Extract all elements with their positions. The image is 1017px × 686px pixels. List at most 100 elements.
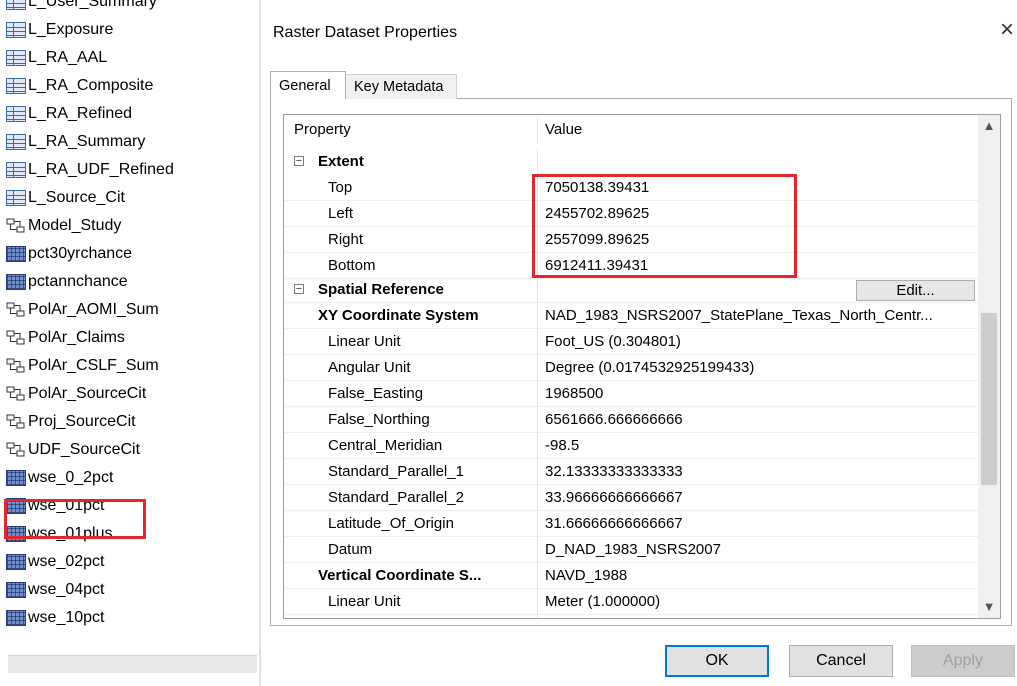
catalog-item-label: wse_0_2pct [28, 469, 114, 486]
property-value: -98.5 [545, 437, 580, 454]
catalog-horizontal-scrollbar[interactable] [8, 655, 257, 673]
catalog-item[interactable]: wse_04pct [6, 577, 105, 603]
property-row[interactable]: Vertical_Shift 0 [284, 615, 978, 618]
property-column-header: Property [294, 121, 351, 138]
table-icon [6, 162, 26, 178]
catalog-item[interactable]: L_RA_AAL [6, 45, 107, 71]
grid-header-row: Property Value [284, 117, 978, 143]
catalog-item-label: PolAr_CSLF_Sum [28, 357, 159, 374]
table-icon [6, 106, 26, 122]
catalog-tree: L_User_Summary L_Exposure L_RA_AAL L_RA_Com… [0, 0, 259, 686]
collapse-icon[interactable]: − [294, 156, 304, 167]
raster-icon [6, 610, 26, 626]
property-row[interactable]: Vertical Coordinate S... NAVD_1988 [284, 563, 978, 589]
raster-icon [6, 470, 26, 486]
catalog-item-label: L_RA_AAL [28, 49, 108, 66]
catalog-item-label: L_RA_Composite [28, 77, 154, 94]
spatial-reference-group-row[interactable]: − Spatial Reference Edit... [284, 277, 978, 303]
property-row[interactable]: Datum D_NAD_1983_NSRS2007 [284, 537, 978, 563]
catalog-item-label: UDF_SourceCit [28, 441, 141, 458]
property-value: NAD_1983_NSRS2007_StatePlane_Texas_North… [545, 307, 933, 324]
property-row[interactable]: Linear Unit Foot_US (0.304801) [284, 329, 978, 355]
catalog-item[interactable]: pct30yrchance [6, 241, 132, 267]
property-value: Degree (0.0174532925199433) [545, 359, 755, 376]
catalog-item-label: L_Source_Cit [28, 189, 125, 206]
catalog-item[interactable]: L_RA_Refined [6, 101, 132, 127]
catalog-item-label: Model_Study [28, 217, 122, 234]
property-row[interactable]: Latitude_Of_Origin 31.66666666666667 [284, 511, 978, 537]
property-value: Meter (1.000000) [545, 593, 661, 610]
property-row[interactable]: False_Northing 6561666.666666666 [284, 407, 978, 433]
tab-key-metadata[interactable]: Key Metadata [345, 74, 457, 99]
catalog-item[interactable]: wse_10pct [6, 605, 105, 631]
catalog-item[interactable]: Model_Study [6, 213, 121, 239]
property-value: 0 [545, 615, 975, 618]
catalog-item-label: pctannchance [28, 273, 128, 290]
property-name: Linear Unit [328, 593, 401, 610]
group-label: Extent [318, 153, 364, 170]
property-row[interactable]: Top 7050138.39431 [284, 175, 978, 201]
catalog-item[interactable]: pctannchance [6, 269, 128, 295]
property-value: 1968500 [545, 385, 604, 402]
catalog-item[interactable]: wse_02pct [6, 549, 105, 575]
cancel-button[interactable]: Cancel [789, 645, 893, 677]
catalog-item[interactable]: L_RA_Composite [6, 73, 153, 99]
catalog-item[interactable]: PolAr_SourceCit [6, 381, 146, 407]
catalog-item-label: wse_04pct [28, 581, 105, 598]
property-row[interactable]: Right 2557099.89625 [284, 227, 978, 253]
catalog-item[interactable]: L_User_Summary [6, 0, 157, 15]
apply-button[interactable]: Apply [911, 645, 1015, 677]
catalog-item[interactable]: wse_01plus [6, 521, 113, 547]
collapse-icon[interactable]: − [294, 284, 304, 295]
catalog-item[interactable]: wse_01pct [6, 493, 105, 519]
pane-divider[interactable] [259, 0, 261, 686]
catalog-item[interactable]: L_Exposure [6, 17, 113, 43]
catalog-item[interactable]: L_Source_Cit [6, 185, 125, 211]
catalog-item[interactable]: PolAr_Claims [6, 325, 125, 351]
table-icon [6, 134, 26, 150]
relationship-icon [6, 302, 26, 318]
extent-group-row[interactable]: − Extent [284, 149, 978, 175]
catalog-item[interactable]: wse_0_2pct [6, 465, 113, 491]
property-row[interactable]: Central_Meridian -98.5 [284, 433, 978, 459]
property-row[interactable]: Left 2455702.89625 [284, 201, 978, 227]
property-value: Foot_US (0.304801) [545, 333, 681, 350]
ok-button[interactable]: OK [665, 645, 769, 677]
property-row[interactable]: False_Easting 1968500 [284, 381, 978, 407]
edit-spatial-reference-button[interactable]: Edit... [856, 280, 975, 301]
catalog-item[interactable]: UDF_SourceCit [6, 437, 140, 463]
grid-vertical-scrollbar[interactable]: ▲ ▼ [978, 115, 1000, 618]
relationship-icon [6, 414, 26, 430]
property-row[interactable]: Linear Unit Meter (1.000000) [284, 589, 978, 615]
property-row[interactable]: Standard_Parallel_1 32.13333333333333 [284, 459, 978, 485]
property-value: 33.96666666666667 [545, 489, 683, 506]
property-row[interactable]: Standard_Parallel_2 33.96666666666667 [284, 485, 978, 511]
catalog-item-label: Proj_SourceCit [28, 413, 136, 430]
close-button[interactable]: × [996, 17, 1017, 43]
value-column-header: Value [545, 121, 583, 138]
catalog-item[interactable]: PolAr_CSLF_Sum [6, 353, 159, 379]
property-value: 32.13333333333333 [545, 463, 683, 480]
relationship-icon [6, 442, 26, 458]
property-row[interactable]: Angular Unit Degree (0.0174532925199433) [284, 355, 978, 381]
scroll-down-icon[interactable]: ▼ [978, 596, 1000, 618]
catalog-item-label: PolAr_Claims [28, 329, 125, 346]
relationship-icon [6, 218, 26, 234]
property-value: 31.66666666666667 [545, 515, 683, 532]
catalog-item[interactable]: L_RA_Summary [6, 129, 145, 155]
table-icon [6, 22, 26, 38]
catalog-item[interactable]: PolAr_AOMI_Sum [6, 297, 159, 323]
property-name: False_Easting [328, 385, 424, 402]
catalog-item[interactable]: Proj_SourceCit [6, 409, 136, 435]
catalog-item[interactable]: L_RA_UDF_Refined [6, 157, 174, 183]
tab-general[interactable]: General [270, 71, 346, 99]
catalog-item-label: PolAr_AOMI_Sum [28, 301, 159, 318]
relationship-icon [6, 358, 26, 374]
property-row[interactable]: Bottom 6912411.39431 [284, 253, 978, 279]
dialog-title: Raster Dataset Properties [273, 24, 458, 41]
property-row[interactable]: XY Coordinate System NAD_1983_NSRS2007_St… [284, 303, 978, 329]
scrollbar-thumb[interactable] [981, 313, 997, 485]
property-name: XY Coordinate System [318, 307, 479, 324]
scroll-up-icon[interactable]: ▲ [978, 115, 1000, 137]
relationship-icon [6, 330, 26, 346]
